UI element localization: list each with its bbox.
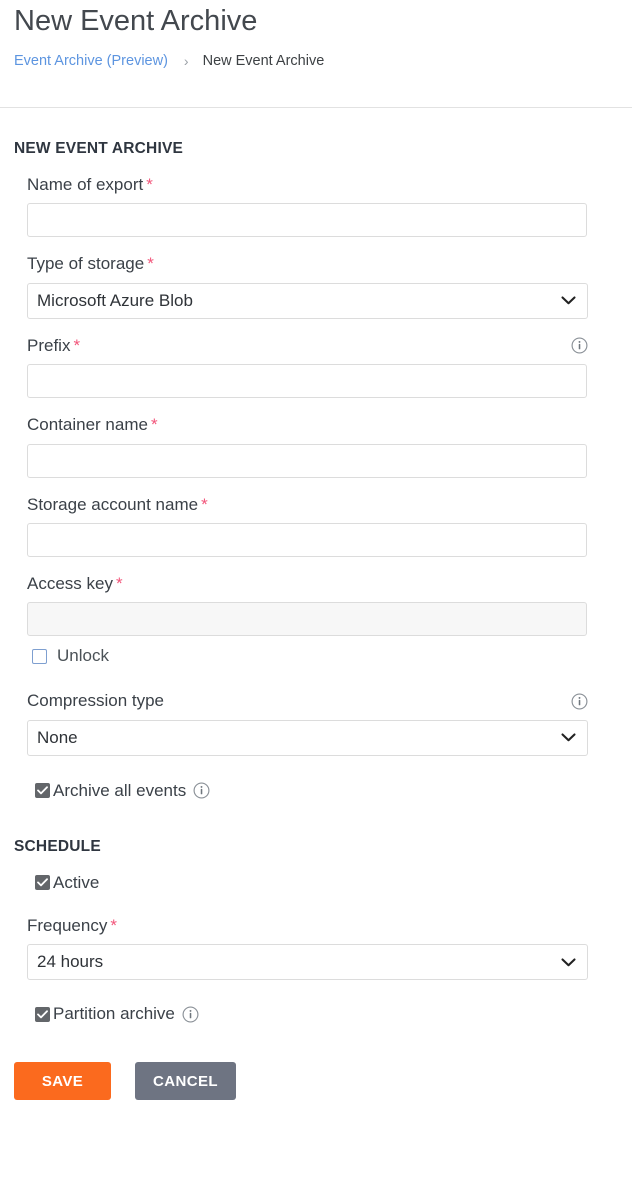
label-wrap: Compression type bbox=[27, 691, 164, 711]
section-heading-new-event-archive: NEW EVENT ARCHIVE bbox=[14, 140, 184, 157]
field-compression-type: Compression type None bbox=[27, 666, 618, 756]
save-button[interactable]: SAVE bbox=[14, 1062, 111, 1101]
page-header: New Event Archive Event Archive (Preview… bbox=[0, 0, 632, 108]
required-asterisk: * bbox=[147, 254, 154, 274]
unlock-label: Unlock bbox=[57, 646, 109, 666]
field-access-key: Access key * bbox=[27, 557, 618, 637]
label-row: Prefix * bbox=[27, 336, 618, 356]
field-label: Compression type bbox=[27, 691, 165, 711]
frequency-select-wrap: 24 hours bbox=[27, 944, 588, 981]
info-icon[interactable] bbox=[182, 1006, 199, 1023]
chevron-right-icon: › bbox=[183, 53, 189, 69]
field-storage-account-name: Storage account name * bbox=[27, 478, 618, 557]
label-row: Access key * bbox=[27, 574, 618, 594]
field-label: Type of storage bbox=[27, 254, 145, 274]
label-row: Storage account name * bbox=[27, 495, 618, 515]
archive-all-events-checkbox[interactable] bbox=[35, 783, 50, 799]
label-wrap: Frequency * bbox=[27, 916, 117, 936]
field-frequency: Frequency * 24 hours bbox=[27, 893, 618, 981]
compression-type-select-wrap: None bbox=[27, 719, 588, 756]
field-prefix: Prefix * bbox=[27, 319, 618, 399]
label-wrap: Name of export * bbox=[27, 175, 153, 195]
page-title: New Event Archive bbox=[14, 5, 258, 37]
partition-archive-row[interactable]: Partition archive bbox=[27, 980, 618, 1024]
label-row: Compression type bbox=[27, 691, 618, 711]
label-wrap: Container name * bbox=[27, 415, 158, 435]
label-row: Name of export * bbox=[27, 175, 618, 195]
required-asterisk: * bbox=[146, 175, 153, 194]
compression-type-select[interactable]: None bbox=[27, 719, 588, 756]
label-wrap: Type of storage * bbox=[27, 254, 154, 274]
field-label: Container name bbox=[27, 415, 148, 435]
access-key-input bbox=[27, 602, 587, 637]
info-icon[interactable] bbox=[193, 782, 210, 799]
field-label: Access key bbox=[27, 573, 113, 593]
archive-fields: Name of export * Type of storage * Microso… bbox=[14, 158, 618, 801]
required-asterisk: * bbox=[110, 915, 117, 935]
type-of-storage-select[interactable]: Microsoft Azure Blob bbox=[27, 282, 588, 319]
info-icon[interactable] bbox=[571, 693, 588, 710]
section-heading-schedule: SCHEDULE bbox=[14, 837, 101, 855]
label-wrap: Storage account name * bbox=[27, 495, 208, 515]
type-of-storage-select-wrap: Microsoft Azure Blob bbox=[27, 282, 588, 319]
breadcrumb-current: New Event Archive bbox=[202, 53, 325, 69]
label-row: Container name * bbox=[27, 415, 618, 435]
field-label: Prefix bbox=[27, 335, 71, 355]
archive-all-events-label: Archive all events bbox=[53, 780, 187, 800]
info-icon[interactable] bbox=[571, 337, 588, 354]
active-checkbox-row[interactable]: Active bbox=[27, 856, 618, 893]
required-asterisk: * bbox=[201, 494, 208, 514]
schedule-fields: Active Frequency * 24 hours Partition arc… bbox=[14, 856, 618, 1024]
breadcrumb-link-event-archive[interactable]: Event Archive (Preview) bbox=[14, 53, 168, 69]
frequency-select[interactable]: 24 hours bbox=[27, 944, 588, 981]
event-archive-form: NEW EVENT ARCHIVE Name of export * Type o… bbox=[0, 108, 632, 1024]
field-label: Frequency bbox=[27, 915, 108, 935]
container-name-input[interactable] bbox=[27, 443, 587, 478]
label-wrap: Prefix * bbox=[27, 336, 80, 356]
field-label: Storage account name bbox=[27, 494, 199, 514]
partition-archive-checkbox[interactable] bbox=[35, 1006, 50, 1022]
name-of-export-input[interactable] bbox=[27, 203, 587, 238]
partition-archive-label: Partition archive bbox=[53, 1004, 175, 1024]
field-type-of-storage: Type of storage * Microsoft Azure Blob bbox=[27, 237, 618, 319]
unlock-checkbox[interactable] bbox=[32, 648, 47, 664]
active-label: Active bbox=[53, 872, 100, 892]
form-actions: SAVE CANCEL bbox=[0, 1024, 632, 1101]
breadcrumb: Event Archive (Preview) › New Event Arch… bbox=[14, 53, 632, 69]
archive-all-events-row[interactable]: Archive all events bbox=[27, 756, 618, 801]
field-container-name: Container name * bbox=[27, 398, 618, 478]
required-asterisk: * bbox=[115, 573, 123, 593]
cancel-button[interactable]: CANCEL bbox=[135, 1062, 236, 1101]
field-name-of-export: Name of export * bbox=[27, 158, 618, 238]
storage-account-name-input[interactable] bbox=[27, 522, 587, 557]
unlock-checkbox-row[interactable]: Unlock bbox=[27, 636, 618, 666]
label-wrap: Access key * bbox=[27, 574, 123, 594]
required-asterisk: * bbox=[73, 335, 81, 355]
label-row: Type of storage * bbox=[27, 254, 618, 274]
required-asterisk: * bbox=[150, 415, 158, 435]
label-row: Frequency * bbox=[27, 916, 618, 936]
active-checkbox[interactable] bbox=[35, 875, 50, 891]
field-label: Name of export bbox=[27, 175, 144, 194]
prefix-input[interactable] bbox=[27, 364, 587, 399]
